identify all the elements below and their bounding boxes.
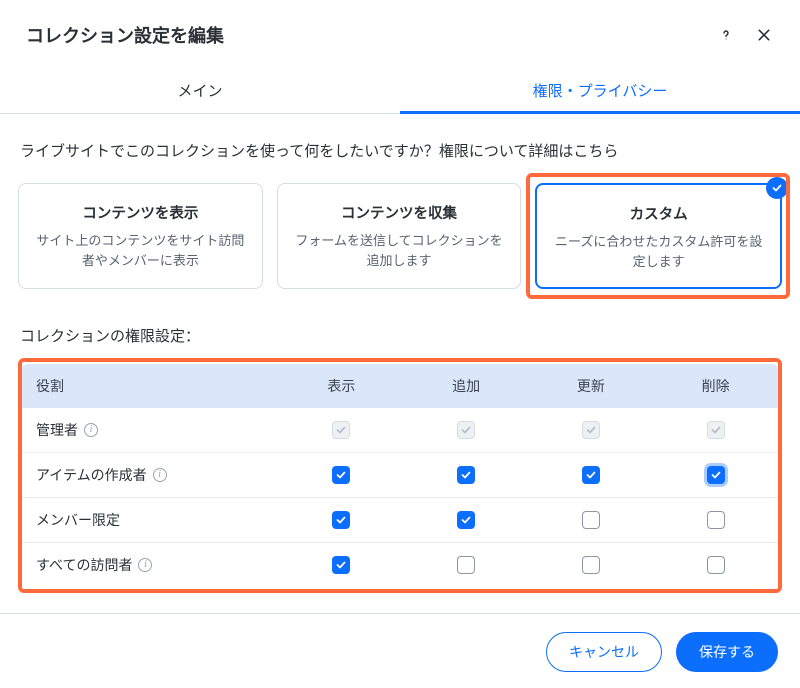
permission-cards: コンテンツを表示サイト上のコンテンツをサイト訪問者やメンバーに表示コンテンツを収… [18, 177, 782, 295]
info-icon[interactable]: i [84, 423, 98, 437]
role-cell: 管理者 i [22, 408, 279, 453]
tab-permissions-privacy[interactable]: 権限・プライバシー [400, 66, 800, 113]
tabs: メイン 権限・プライバシー [0, 66, 800, 114]
card-title: カスタム [551, 203, 766, 224]
perm-checkbox[interactable] [457, 466, 475, 484]
permissions-section-title: コレクションの権限設定： [18, 295, 782, 358]
role-label: アイテムの作成者 [36, 465, 147, 485]
permissions-table-wrap: 役割 表示 追加 更新 削除 管理者iアイテムの作成者iメンバー限定すべての訪問… [18, 358, 782, 593]
perm-checkbox[interactable] [332, 466, 350, 484]
info-icon[interactable]: i [153, 468, 167, 482]
content: ライブサイトでこのコレクションを使って何をしたいですか？権限について詳細はこちら… [0, 114, 800, 593]
header-icons [716, 25, 774, 45]
perm-cell [404, 408, 529, 453]
card-desc: フォームを送信してコレクションを追加します [292, 231, 507, 270]
card-desc: ニーズに合わせたカスタム許可を設定します [551, 232, 766, 271]
table-row: 管理者 i [22, 408, 778, 453]
perm-cell [279, 408, 404, 453]
col-view: 表示 [279, 364, 404, 408]
perm-cell [529, 408, 654, 453]
table-row: アイテムの作成者 i [22, 453, 778, 498]
role-label: 管理者 [36, 420, 78, 440]
table-row: すべての訪問者 i [22, 543, 778, 588]
perm-checkbox[interactable] [457, 556, 475, 574]
perm-checkbox[interactable] [707, 511, 725, 529]
perm-checkbox[interactable] [457, 511, 475, 529]
card-desc: サイト上のコンテンツをサイト訪問者やメンバーに表示 [33, 231, 248, 270]
col-role: 役割 [22, 364, 279, 408]
perm-checkbox [332, 421, 350, 439]
help-icon[interactable] [716, 25, 736, 45]
save-button[interactable]: 保存する [676, 632, 778, 672]
prompt-text: ライブサイトでこのコレクションを使って何をしたいですか？ [20, 143, 439, 160]
col-delete: 削除 [653, 364, 778, 408]
perm-checkbox[interactable] [707, 466, 725, 484]
perm-cell [279, 498, 404, 543]
perm-checkbox [707, 421, 725, 439]
cancel-button[interactable]: キャンセル [546, 632, 662, 672]
perm-checkbox [582, 421, 600, 439]
perm-checkbox[interactable] [582, 556, 600, 574]
perm-cell [653, 543, 778, 588]
role-cell: すべての訪問者 i [22, 543, 279, 588]
table-row: メンバー限定 [22, 498, 778, 543]
role-label: メンバー限定 [36, 510, 120, 530]
perm-checkbox[interactable] [332, 556, 350, 574]
permission-card-1[interactable]: コンテンツを収集フォームを送信してコレクションを追加します [277, 183, 522, 289]
permissions-learn-more-link[interactable]: 権限について詳細はこちら [439, 143, 619, 160]
dialog-header: コレクション設定を編集 [0, 0, 800, 58]
card-title: コンテンツを収集 [292, 202, 507, 223]
permissions-prompt: ライブサイトでこのコレクションを使って何をしたいですか？権限について詳細はこちら [18, 140, 782, 177]
tab-main[interactable]: メイン [0, 66, 400, 113]
role-cell: メンバー限定 [22, 498, 279, 543]
perm-cell [653, 498, 778, 543]
col-add: 追加 [404, 364, 529, 408]
dialog-title: コレクション設定を編集 [26, 22, 224, 48]
info-icon[interactable]: i [138, 558, 152, 572]
perm-cell [529, 543, 654, 588]
role-label: すべての訪問者 [36, 555, 132, 575]
dialog-footer: キャンセル 保存する [0, 613, 800, 688]
perm-checkbox[interactable] [707, 556, 725, 574]
selected-check-icon [766, 177, 788, 199]
perm-checkbox[interactable] [582, 466, 600, 484]
perm-checkbox[interactable] [332, 511, 350, 529]
close-icon[interactable] [754, 25, 774, 45]
role-cell: アイテムの作成者 i [22, 453, 279, 498]
perm-cell [404, 498, 529, 543]
card-title: コンテンツを表示 [33, 202, 248, 223]
perm-cell [279, 453, 404, 498]
perm-cell [404, 543, 529, 588]
perm-cell [404, 453, 529, 498]
permissions-table: 役割 表示 追加 更新 削除 管理者iアイテムの作成者iメンバー限定すべての訪問… [22, 364, 778, 587]
perm-cell [529, 498, 654, 543]
perm-cell [529, 453, 654, 498]
permission-card-2[interactable]: カスタムニーズに合わせたカスタム許可を設定します [535, 183, 782, 289]
permission-card-0[interactable]: コンテンツを表示サイト上のコンテンツをサイト訪問者やメンバーに表示 [18, 183, 263, 289]
perm-cell [653, 453, 778, 498]
col-update: 更新 [529, 364, 654, 408]
perm-cell [653, 408, 778, 453]
perm-checkbox [457, 421, 475, 439]
perm-cell [279, 543, 404, 588]
perm-checkbox[interactable] [582, 511, 600, 529]
